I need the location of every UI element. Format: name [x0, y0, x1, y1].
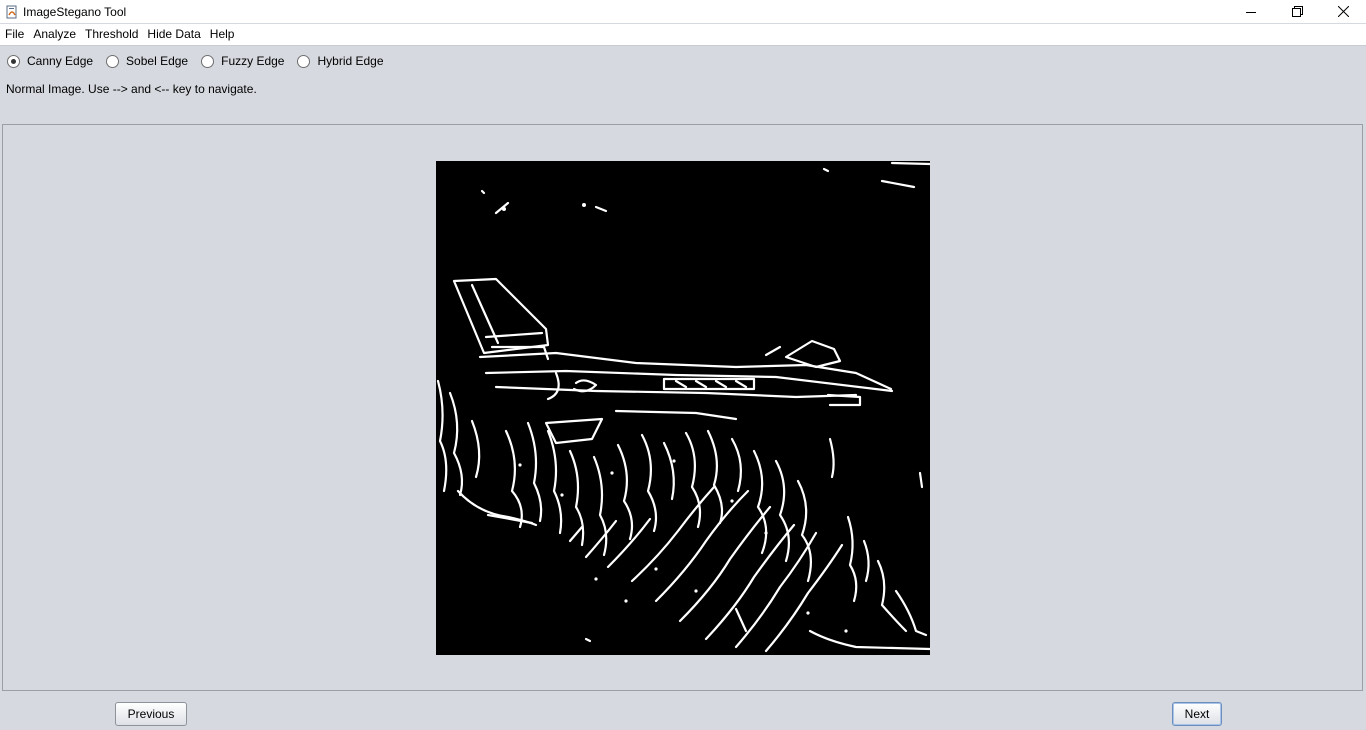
- radio-label: Sobel Edge: [126, 54, 189, 68]
- menu-analyze[interactable]: Analyze: [28, 24, 80, 45]
- minimize-icon: [1246, 11, 1256, 13]
- window-title: ImageStegano Tool: [23, 4, 127, 19]
- edge-detected-image: [436, 161, 932, 655]
- menu-bar: File Analyze Threshold Hide Data Help: [0, 24, 1366, 46]
- radio-button-checked[interactable]: [7, 54, 20, 68]
- close-icon: [1337, 6, 1349, 17]
- minimize-button[interactable]: [1228, 0, 1274, 23]
- next-button[interactable]: Next: [1172, 702, 1222, 726]
- close-button[interactable]: [1320, 0, 1366, 23]
- previous-button[interactable]: Previous: [115, 702, 187, 726]
- radio-button[interactable]: [297, 54, 311, 68]
- edge-method-radio-group: Canny Edge Sobel Edge Fuzzy Edge Hybrid …: [7, 52, 397, 70]
- title-bar: ImageStegano Tool: [0, 0, 1366, 23]
- radio-button[interactable]: [201, 54, 215, 68]
- radio-sobel-edge[interactable]: Sobel Edge: [106, 54, 188, 68]
- radio-canny-edge[interactable]: Canny Edge: [7, 54, 93, 68]
- radio-label: Hybrid Edge: [317, 54, 384, 68]
- radio-label: Canny Edge: [27, 54, 94, 68]
- menu-hide-data[interactable]: Hide Data: [142, 24, 204, 45]
- airplane-edge-map: [436, 161, 932, 655]
- menu-file[interactable]: File: [0, 24, 28, 45]
- radio-hybrid-edge[interactable]: Hybrid Edge: [297, 54, 384, 68]
- radio-button[interactable]: [106, 54, 120, 68]
- menu-help[interactable]: Help: [205, 24, 239, 45]
- app-icon: [5, 5, 19, 19]
- restore-icon: [1291, 6, 1303, 17]
- image-display-panel: [2, 124, 1363, 691]
- radio-label: Fuzzy Edge: [221, 54, 285, 68]
- status-message: Normal Image. Use --> and <-- key to nav…: [6, 82, 257, 96]
- menu-threshold[interactable]: Threshold: [80, 24, 142, 45]
- radio-fuzzy-edge[interactable]: Fuzzy Edge: [201, 54, 284, 68]
- restore-button[interactable]: [1274, 0, 1320, 23]
